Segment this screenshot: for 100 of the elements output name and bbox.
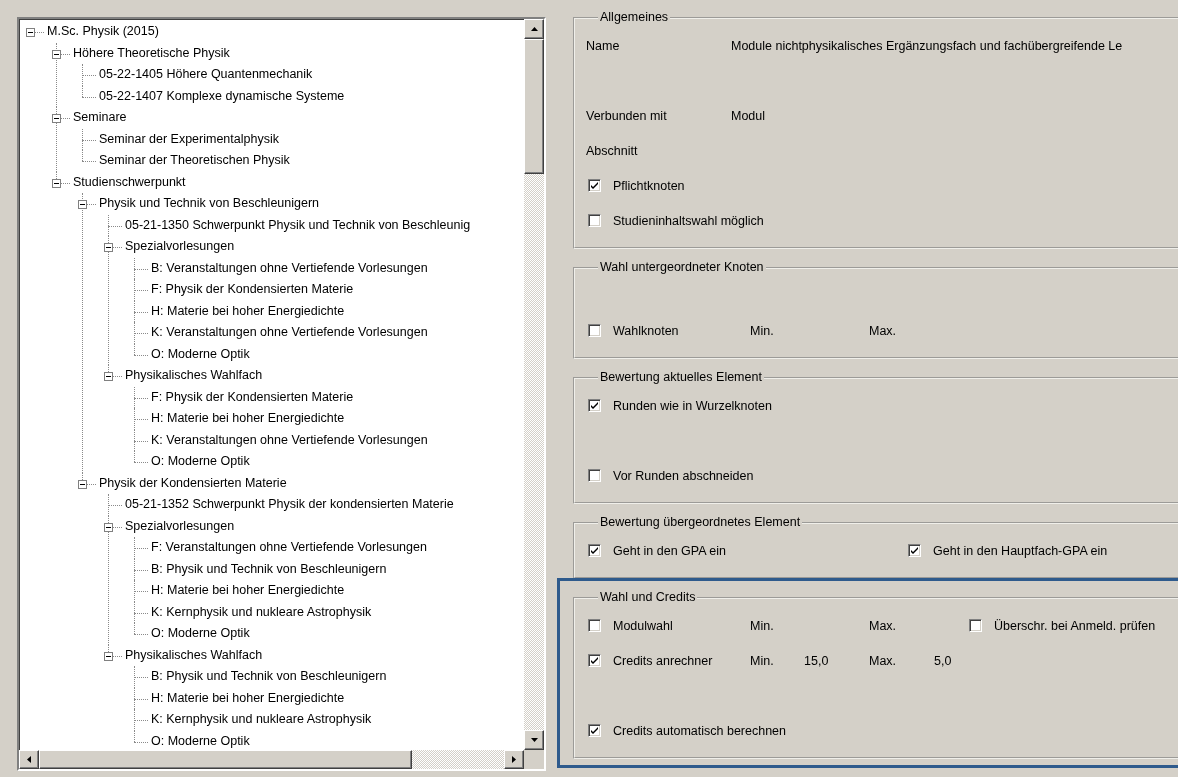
min-label: Min.: [750, 653, 775, 668]
collapse-icon[interactable]: [104, 372, 113, 381]
scroll-left-button[interactable]: [19, 750, 39, 769]
tree-item[interactable]: F: Veranstaltungen ohne Vertiefende Vorlesungen: [150, 540, 428, 554]
max-label: Max.: [869, 323, 898, 338]
scroll-right-button[interactable]: [504, 750, 524, 769]
tree-item[interactable]: B: Veranstaltungen ohne Vertiefende Vorlesungen: [150, 260, 429, 275]
tree-item[interactable]: Höhere Theoretische Physik: [72, 45, 231, 60]
tree-item[interactable]: O: Moderne Optik: [150, 733, 251, 748]
tree-item[interactable]: Physik und Technik von Beschleunigern: [98, 196, 321, 210]
tree-item[interactable]: M.Sc. Physik (2015): [46, 24, 160, 38]
tree-item[interactable]: 05-21-1350 Schwerpunkt Physik und Technik von Beschleunig: [124, 217, 472, 232]
checkbox[interactable]: [588, 724, 601, 737]
tree-item[interactable]: K: Veranstaltungen ohne Vertiefende Vorlesungen: [150, 325, 429, 339]
max-label: Max.: [869, 618, 898, 633]
tree-item[interactable]: Seminar der Experimentalphysik: [98, 131, 280, 146]
checkbox[interactable]: [588, 619, 601, 632]
tree-item[interactable]: O: Moderne Optik: [150, 626, 251, 640]
min-label: Min.: [750, 323, 775, 338]
group-title: Wahl und Credits: [599, 590, 697, 605]
tree-item[interactable]: B: Physik und Technik von Beschleunigern: [150, 561, 388, 576]
collapse-icon[interactable]: [52, 114, 61, 123]
tree-item[interactable]: Physikalisches Wahlfach: [124, 647, 264, 662]
checkbox[interactable]: [588, 324, 601, 337]
max-label: Max.: [869, 653, 898, 668]
group-title: Bewertung aktuelles Element: [599, 370, 763, 385]
scroll-down-button[interactable]: [524, 730, 544, 750]
checkbox[interactable]: [588, 544, 601, 557]
checkbox[interactable]: [588, 214, 601, 227]
tree-item[interactable]: Spezialvorlesungen: [124, 239, 236, 253]
collapse-icon[interactable]: [78, 200, 87, 209]
min-value: 15,0: [804, 653, 830, 668]
checkmark-icon: [591, 727, 598, 734]
checkbox-label: Wahlknoten: [613, 323, 679, 338]
checkbox-label: Studieninhaltswahl möglich: [613, 213, 764, 228]
checkbox[interactable]: [588, 654, 601, 667]
checkbox-label: Modulwahl: [613, 618, 673, 633]
tree-item[interactable]: F: Physik der Kondensierten Materie: [150, 282, 355, 296]
tree-item[interactable]: K: Kernphysik und nukleare Astrophysik: [150, 604, 373, 619]
tree-item[interactable]: 05-22-1405 Höhere Quantenmechanik: [98, 67, 314, 81]
checkbox[interactable]: [588, 179, 601, 192]
scrollbar-corner: [524, 750, 544, 769]
collapse-icon[interactable]: [26, 28, 35, 37]
tree-item[interactable]: Seminare: [72, 110, 128, 124]
checkbox[interactable]: [908, 544, 921, 557]
down-arrow-icon: [530, 738, 538, 742]
collapse-icon[interactable]: [104, 651, 113, 661]
tree-item[interactable]: Physikalisches Wahlfach: [124, 368, 264, 382]
checkmark-icon: [911, 547, 918, 554]
scroll-up-button[interactable]: [524, 19, 544, 39]
group-title: Wahl untergeordneter Knoten: [599, 260, 765, 275]
tree-item[interactable]: B: Physik und Technik von Beschleunigern: [150, 669, 388, 683]
tree-item[interactable]: K: Veranstaltungen ohne Vertiefende Vorlesungen: [150, 432, 429, 447]
tree-item[interactable]: H: Materie bei hoher Energiedichte: [150, 583, 346, 597]
tree-item[interactable]: 05-21-1352 Schwerpunkt Physik der kondensierten Materie: [124, 497, 455, 511]
field-value: Module nichtphysikalisches Ergänzungsfach und fachübergreifende Le: [731, 38, 1124, 53]
tree-item[interactable]: Physik der Kondensierten Materie: [98, 475, 288, 490]
checkbox-label: Credits automatisch berechnen: [613, 723, 786, 738]
field-label: Abschnitt: [586, 143, 639, 158]
field-label: Name: [586, 38, 621, 53]
tree-item[interactable]: Seminar der Theoretischen Physik: [98, 153, 291, 167]
checkmark-icon: [591, 402, 598, 409]
tree-item[interactable]: O: Moderne Optik: [150, 346, 251, 361]
scrollbar-thumb[interactable]: [39, 750, 412, 769]
collapse-icon[interactable]: [52, 178, 61, 188]
tree-item[interactable]: H: Materie bei hoher Energiedichte: [150, 690, 346, 705]
collapse-icon[interactable]: [104, 243, 113, 252]
checkmark-icon: [591, 547, 598, 554]
checkbox-label: Pflichtknoten: [613, 178, 685, 193]
collapse-icon[interactable]: [78, 479, 87, 489]
tree-item[interactable]: H: Materie bei hoher Energiedichte: [150, 411, 346, 425]
checkmark-icon: [591, 182, 598, 189]
tree-item[interactable]: O: Moderne Optik: [150, 454, 251, 468]
checkbox-label: Credits anrechner: [613, 653, 713, 668]
tree-item[interactable]: Studienschwerpunkt: [72, 174, 187, 189]
scrollbar-thumb[interactable]: [524, 39, 544, 174]
tree-item[interactable]: H: Materie bei hoher Energiedichte: [150, 303, 346, 318]
tree-item[interactable]: Spezialvorlesungen: [124, 518, 236, 533]
min-label: Min.: [750, 618, 775, 633]
collapse-icon[interactable]: [52, 49, 61, 59]
checkbox[interactable]: [588, 399, 601, 412]
right-arrow-icon: [512, 756, 516, 763]
checkbox-label: Runden wie in Wurzelknoten: [613, 398, 772, 413]
group-title: Allgemeines: [599, 10, 670, 25]
checkbox[interactable]: [969, 619, 982, 632]
tree-item[interactable]: F: Physik der Kondensierten Materie: [150, 389, 355, 404]
checkbox[interactable]: [588, 469, 601, 482]
checkmark-icon: [591, 657, 598, 664]
max-value: 5,0: [934, 653, 953, 668]
tree-item[interactable]: K: Kernphysik und nukleare Astrophysik: [150, 712, 373, 726]
left-arrow-icon: [27, 756, 31, 763]
checkbox-label: Geht in den GPA ein: [613, 543, 727, 558]
group-title: Bewertung übergeordnetes Element: [599, 515, 802, 530]
field-label: Verbunden mit: [586, 108, 668, 123]
tree-item[interactable]: 05-22-1407 Komplexe dynamische Systeme: [98, 88, 346, 103]
collapse-icon[interactable]: [104, 522, 113, 532]
up-arrow-icon: [530, 27, 538, 31]
checkbox-label: Geht in den Hauptfach-GPA ein: [933, 543, 1108, 558]
checkbox-label: Überschr. bei Anmeld. prüfen: [994, 618, 1156, 633]
field-value: Modul: [731, 108, 767, 123]
